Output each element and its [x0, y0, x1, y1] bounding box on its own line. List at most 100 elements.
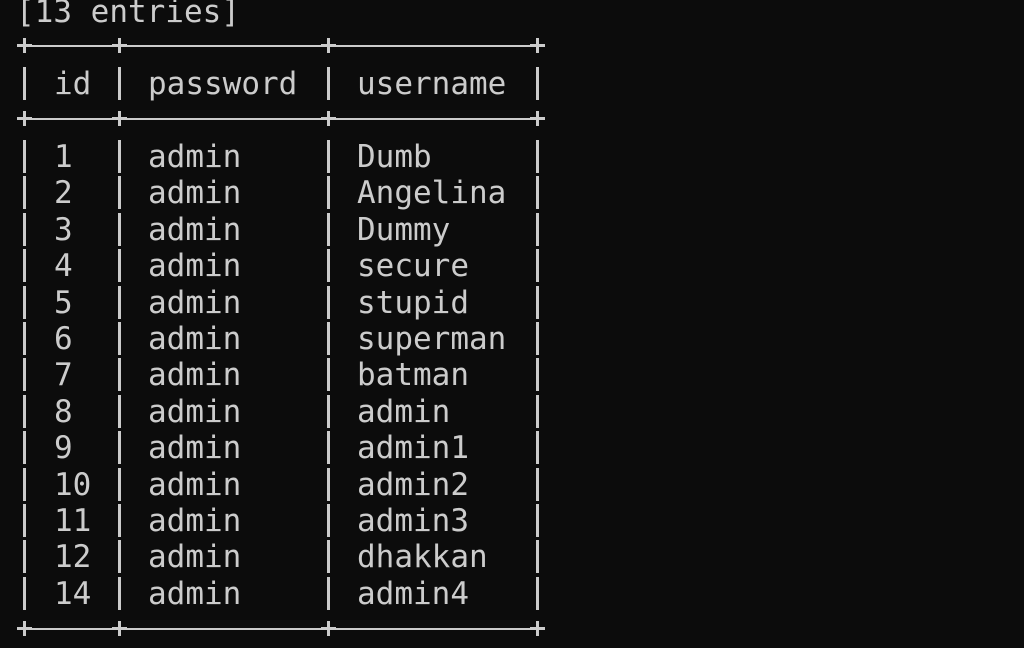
username-cell: admin2	[357, 466, 469, 503]
username-cell: admin3	[357, 503, 469, 539]
column-separator	[536, 67, 539, 100]
border-line	[20, 118, 544, 120]
column-separator	[23, 67, 26, 100]
table-row: 3 admin Dummy	[0, 211, 539, 248]
table-row: 8 admin admin	[0, 393, 539, 430]
table-row: 5 admin stupid	[0, 285, 539, 321]
border-junction	[321, 38, 336, 53]
border-junction	[530, 111, 545, 126]
username-cell: batman	[357, 357, 469, 394]
column-separator	[327, 540, 330, 574]
column-separator	[118, 249, 121, 283]
column-separator	[118, 504, 121, 537]
table-row: 10 admin admin2	[0, 467, 539, 503]
password-cell: admin	[148, 575, 242, 612]
column-separator	[327, 576, 330, 610]
username-cell: Dumb	[357, 139, 432, 175]
column-separator	[536, 322, 539, 355]
id-cell: 14	[54, 575, 92, 612]
id-cell: 6	[54, 321, 73, 357]
column-separator	[118, 576, 121, 610]
column-header-username: username	[357, 66, 507, 102]
column-separator	[536, 431, 539, 465]
border-junction	[530, 621, 545, 636]
column-separator	[118, 176, 121, 210]
border-line	[20, 45, 544, 47]
column-separator	[327, 358, 330, 392]
id-cell: 9	[54, 430, 73, 467]
column-separator	[536, 285, 539, 319]
column-separator	[23, 249, 26, 283]
table-row: 1 admin Dumb	[0, 139, 539, 175]
table-row: 6 admin superman	[0, 321, 539, 357]
username-cell: superman	[357, 321, 507, 357]
id-cell: 12	[54, 539, 92, 576]
column-separator	[536, 212, 539, 246]
border-junction	[112, 621, 127, 636]
column-separator	[23, 467, 26, 501]
id-cell: 1	[54, 139, 73, 175]
id-cell: 4	[54, 248, 73, 285]
password-cell: admin	[148, 393, 242, 430]
username-cell: admin4	[357, 575, 469, 612]
table-row: 7 admin batman	[0, 357, 539, 394]
column-separator	[118, 322, 121, 355]
column-separator	[118, 67, 121, 100]
table-row: 4 admin secure	[0, 248, 539, 285]
column-separator	[327, 431, 330, 465]
border-junction	[17, 111, 32, 126]
password-cell: admin	[148, 284, 242, 321]
column-separator	[536, 576, 539, 610]
column-separator	[536, 140, 539, 173]
column-separator	[327, 249, 330, 283]
password-cell: admin	[148, 430, 242, 467]
column-separator	[327, 140, 330, 173]
id-cell: 3	[54, 211, 73, 248]
table-header-row: id password username	[0, 66, 539, 102]
id-cell: 8	[54, 393, 73, 430]
border-junction	[112, 38, 127, 53]
password-cell: admin	[148, 357, 242, 394]
column-separator	[118, 358, 121, 392]
column-separator	[536, 540, 539, 574]
password-cell: admin	[148, 175, 242, 212]
column-separator	[23, 176, 26, 210]
border-junction	[17, 621, 32, 636]
column-header-password: password	[148, 66, 298, 102]
terminal-window[interactable]: [13 entries] id password username 1 admi…	[0, 0, 1024, 648]
column-separator	[327, 394, 330, 428]
column-separator	[536, 504, 539, 537]
username-cell: admin	[357, 393, 451, 430]
table-row: 2 admin Angelina	[0, 175, 539, 212]
border-junction	[112, 111, 127, 126]
column-separator	[23, 140, 26, 173]
column-separator	[23, 540, 26, 574]
column-separator	[118, 467, 121, 501]
table-row: 11 admin admin3	[0, 503, 539, 539]
column-separator	[23, 504, 26, 537]
table-row: 9 admin admin1	[0, 430, 539, 467]
id-cell: 7	[54, 357, 73, 394]
id-cell: 2	[54, 175, 73, 212]
column-separator	[23, 394, 26, 428]
border-junction	[530, 38, 545, 53]
column-separator	[23, 431, 26, 465]
entries-summary: [13 entries]	[16, 0, 240, 30]
column-separator	[23, 212, 26, 246]
column-separator	[118, 285, 121, 319]
password-cell: admin	[148, 248, 242, 285]
username-cell: Angelina	[357, 175, 507, 212]
column-separator	[536, 249, 539, 283]
column-separator	[23, 576, 26, 610]
password-cell: admin	[148, 211, 242, 248]
column-separator	[327, 212, 330, 246]
border-junction	[321, 621, 336, 636]
username-cell: dhakkan	[357, 539, 488, 576]
column-separator	[536, 358, 539, 392]
password-cell: admin	[148, 321, 242, 357]
column-separator	[327, 504, 330, 537]
username-cell: admin1	[357, 430, 469, 467]
column-separator	[536, 176, 539, 210]
username-cell: Dummy	[357, 211, 451, 248]
column-separator	[536, 467, 539, 501]
